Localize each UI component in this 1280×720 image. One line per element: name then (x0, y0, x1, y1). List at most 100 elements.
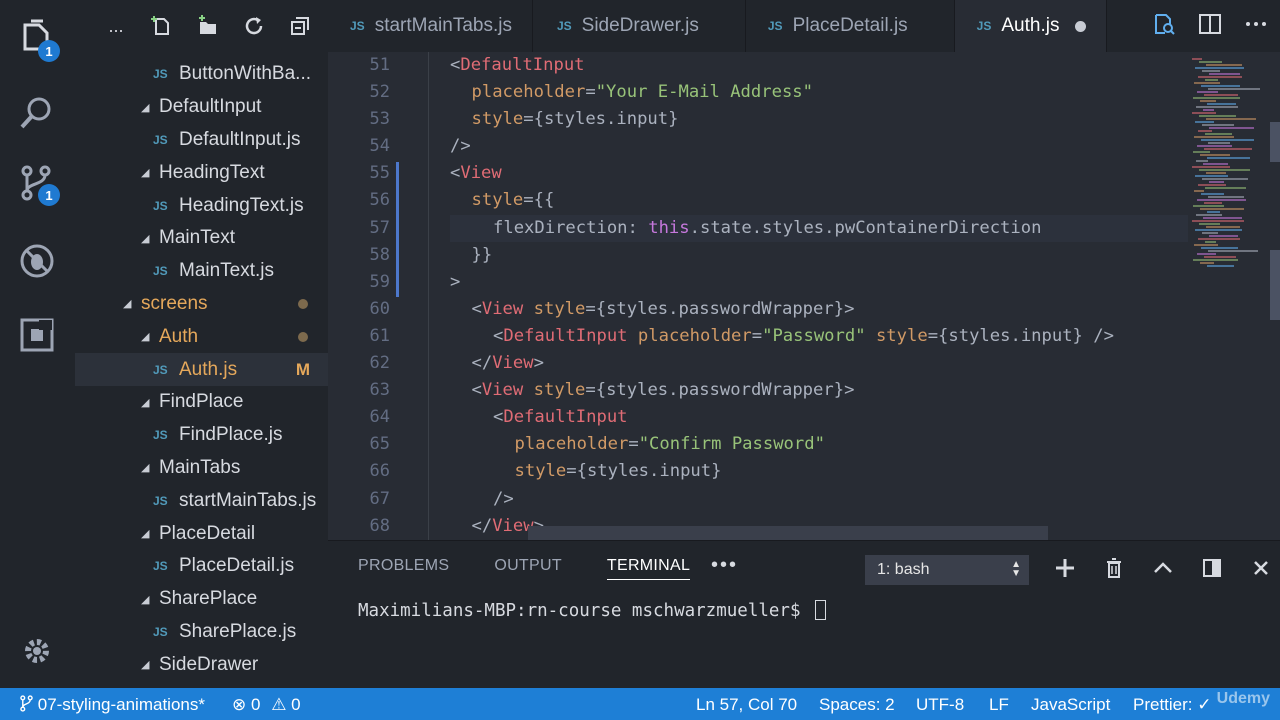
tree-folder[interactable]: ◢ SharePlace (75, 583, 328, 616)
search-icon[interactable] (14, 90, 60, 136)
indentation-status[interactable]: Spaces: 2 (819, 695, 895, 715)
extensions-icon[interactable] (14, 312, 60, 358)
expanded-arrow-icon[interactable]: ◢ (123, 297, 141, 310)
error-count: 0 (250, 695, 261, 714)
code-line[interactable]: style={{ (450, 187, 1188, 214)
tree-file[interactable]: JS FindPlace.js (75, 419, 328, 452)
code-line[interactable]: <View style={styles.passwordWrapper}> (450, 377, 1188, 404)
code-line[interactable]: flexDirection: this.state.styles.pwConta… (450, 214, 1188, 242)
prettier-status[interactable]: Prettier: ✓ (1133, 695, 1211, 715)
language-mode[interactable]: JavaScript (1031, 695, 1110, 715)
code-editor[interactable]: 51 52 53 54 55 56 57 58 59 60 61 62 63 64 65 66 67 68 <De… (328, 52, 1188, 540)
open-changes-icon[interactable] (1152, 12, 1176, 41)
code-line[interactable]: style={styles.input} (450, 458, 1188, 485)
minimap-line (1198, 130, 1212, 132)
tree-folder[interactable]: ◢ MainText (75, 222, 328, 255)
code-line[interactable]: placeholder="Your E-Mail Address" (450, 79, 1188, 106)
tab-startmaintabs[interactable]: JS startMainTabs.js (328, 0, 533, 52)
code-line[interactable]: style={styles.input} (450, 106, 1188, 133)
code-line[interactable]: placeholder="Confirm Password" (450, 431, 1188, 458)
eol-status[interactable]: LF (989, 695, 1009, 715)
more-actions-button[interactable]: ... (103, 13, 129, 39)
code-line[interactable]: <DefaultInput placeholder="Password" sty… (450, 323, 1188, 350)
minimap-line (1204, 94, 1238, 96)
tab-problems[interactable]: PROBLEMS (358, 557, 449, 580)
tree-file[interactable]: JS Auth.js M (75, 353, 328, 386)
explorer-icon[interactable]: 1 (14, 16, 60, 62)
debug-icon[interactable] (14, 238, 60, 284)
trash-icon[interactable] (1103, 557, 1125, 584)
tree-file[interactable]: JS PlaceDetail.js (75, 550, 328, 583)
unsaved-dot-icon[interactable] (1075, 20, 1087, 32)
line-number: 56 (369, 190, 390, 211)
tab-sidedrawer[interactable]: JS SideDrawer.js (533, 0, 746, 52)
tree-folder[interactable]: ◢ FindPlace (75, 386, 328, 419)
tree-folder[interactable]: ◢ HeadingText (75, 156, 328, 189)
line-number: 64 (369, 407, 390, 428)
tab-placedetail[interactable]: JS PlaceDetail.js (746, 0, 955, 52)
expanded-arrow-icon[interactable]: ◢ (141, 527, 159, 540)
terminal-prompt[interactable]: Maximilians-MBP:rn-course mschwarzmuelle… (358, 600, 827, 621)
minimap-scrollbar-thumb[interactable] (1270, 250, 1280, 320)
branch-status[interactable]: 07-styling-animations* (20, 695, 205, 715)
collapse-all-icon[interactable] (287, 13, 313, 39)
code-line[interactable]: > (450, 269, 1188, 296)
tree-folder[interactable]: ◢ PlaceDetail (75, 517, 328, 550)
expanded-arrow-icon[interactable]: ◢ (141, 461, 159, 474)
problems-status[interactable]: ⊗ 0 ⚠ 0 (232, 695, 301, 715)
toggle-panel-position-icon[interactable] (1201, 557, 1223, 584)
code-line[interactable]: <View style={styles.passwordWrapper}> (450, 296, 1188, 323)
maximize-panel-icon[interactable] (1152, 557, 1174, 584)
expanded-arrow-icon[interactable]: ◢ (141, 330, 159, 343)
tree-folder[interactable]: ◢ DefaultInput (75, 91, 328, 124)
minimap-line (1192, 166, 1230, 168)
expanded-arrow-icon[interactable]: ◢ (141, 658, 159, 671)
source-control-icon[interactable]: 1 (14, 160, 60, 206)
minimap[interactable] (1188, 52, 1280, 540)
tree-folder[interactable]: ◢ Auth (75, 320, 328, 353)
expanded-arrow-icon[interactable]: ◢ (141, 101, 159, 114)
code-line[interactable]: /> (450, 486, 1188, 513)
code-line[interactable]: <DefaultInput (450, 52, 1188, 79)
expanded-arrow-icon[interactable]: ◢ (141, 593, 159, 606)
horizontal-scrollbar[interactable] (528, 526, 1048, 540)
minimap-scrollbar[interactable] (1270, 122, 1280, 162)
tree-file[interactable]: JS HeadingText.js (75, 189, 328, 222)
cursor-position[interactable]: Ln 57, Col 70 (696, 695, 797, 715)
expanded-arrow-icon[interactable]: ◢ (141, 396, 159, 409)
tree-folder[interactable]: ◢ screens (75, 288, 328, 321)
tree-file[interactable]: JS SharePlace.js (75, 616, 328, 649)
code-line[interactable]: </View> (450, 350, 1188, 377)
tree-file[interactable]: JS startMainTabs.js (75, 484, 328, 517)
js-file-icon: JS (556, 19, 572, 33)
tab-terminal[interactable]: TERMINAL (606, 557, 691, 580)
code-line[interactable]: }} (450, 242, 1188, 269)
new-terminal-icon[interactable] (1054, 557, 1076, 584)
tree-file[interactable]: JS MainText.js (75, 255, 328, 288)
tree-file[interactable]: JS DefaultInput.js (75, 124, 328, 157)
minimap-line (1207, 103, 1236, 105)
split-editor-icon[interactable] (1198, 12, 1222, 41)
tab-auth[interactable]: JS Auth.js (954, 0, 1108, 52)
tree-file[interactable]: JS ButtonWithBa... (75, 58, 328, 91)
settings-gear-icon[interactable] (14, 628, 60, 674)
encoding-status[interactable]: UTF-8 (916, 695, 964, 715)
more-actions-icon[interactable] (1244, 12, 1268, 41)
tree-folder[interactable]: ◢ SideDrawer (75, 648, 328, 681)
new-folder-icon[interactable] (195, 13, 221, 39)
tab-output[interactable]: OUTPUT (494, 557, 562, 580)
panel-more-button[interactable]: ••• (711, 555, 738, 575)
code-line[interactable]: <View (450, 160, 1188, 187)
terminal-select[interactable]: 1: bash ▲ ▼ (865, 555, 1029, 585)
code-text: /> (493, 488, 514, 509)
refresh-icon[interactable] (241, 13, 267, 39)
expanded-arrow-icon[interactable]: ◢ (141, 166, 159, 179)
close-panel-icon[interactable] (1250, 557, 1272, 584)
explorer-toolbar: ... (75, 0, 328, 52)
expanded-arrow-icon[interactable]: ◢ (141, 232, 159, 245)
new-file-icon[interactable] (149, 13, 175, 39)
code-lines[interactable]: <DefaultInput placeholder="Your E-Mail Ad… (450, 52, 1188, 540)
tree-folder[interactable]: ◢ MainTabs (75, 452, 328, 485)
code-line[interactable]: /> (450, 133, 1188, 160)
code-line[interactable]: <DefaultInput (450, 404, 1188, 431)
